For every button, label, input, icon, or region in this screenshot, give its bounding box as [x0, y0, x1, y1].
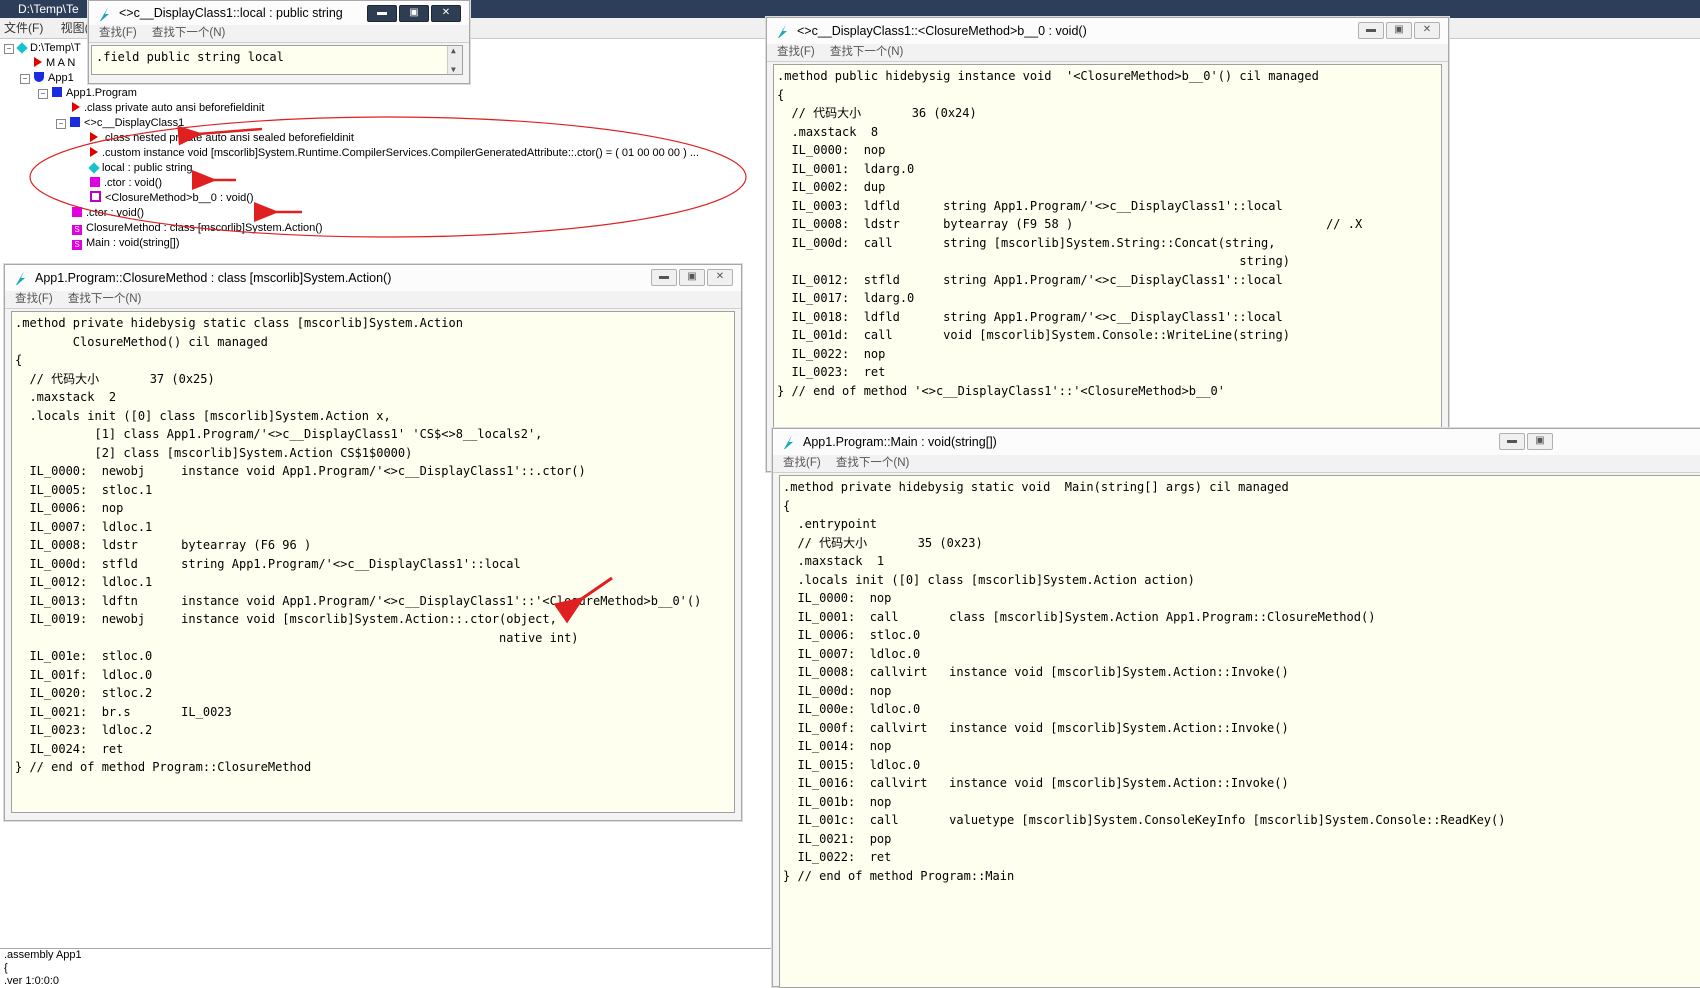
tree-node-program[interactable]: App1.Program [52, 86, 137, 100]
main-method-menu: 查找(F) 查找下一个(N) [773, 455, 1700, 473]
assembly-info-panel: .assembly App1 { .ver 1:0:0:0 [0, 948, 835, 987]
minimize-button[interactable]: ▬ [367, 5, 397, 22]
field-code-view[interactable]: .field public string local ▲ ▼ [91, 45, 463, 75]
main-method-controls: ▬ ▣ [1499, 433, 1553, 450]
closure-b0-code-view[interactable]: .method public hidebysig instance void '… [773, 64, 1442, 466]
field-window-controls: ▬ ▣ ✕ [367, 5, 461, 22]
maximize-button[interactable]: ▣ [1527, 433, 1553, 450]
minimize-button[interactable]: ▬ [1358, 22, 1384, 39]
closure-method-code-view[interactable]: .method private hidebysig static class [… [11, 311, 735, 813]
menu-find-next[interactable]: 查找下一个(N) [830, 46, 903, 58]
ildasm-logo-icon [16, 271, 25, 285]
field-window-title: <>c__DisplayClass1::local : public strin… [119, 6, 343, 20]
class-icon [52, 87, 62, 97]
close-button[interactable]: ✕ [431, 5, 461, 22]
declaration-icon [90, 132, 98, 142]
tree-node-closure-method[interactable]: S ClosureMethod : class [mscorlib]System.… [72, 221, 323, 235]
menu-find-next[interactable]: 查找下一个(N) [836, 457, 909, 469]
closure-b0-window: <>c__DisplayClass1::<ClosureMethod>b__0 … [766, 17, 1449, 472]
assembly-info-line: { [4, 962, 8, 974]
declaration-icon [90, 147, 98, 157]
method-icon [90, 177, 100, 187]
ildasm-logo-icon [100, 7, 109, 21]
class-icon [70, 117, 80, 127]
field-window: <>c__DisplayClass1::local : public strin… [88, 0, 470, 84]
method-icon [90, 191, 101, 202]
ildasm-logo-icon [778, 24, 787, 38]
menu-find-next[interactable]: 查找下一个(N) [68, 293, 141, 305]
tree-node-module[interactable]: App1 [34, 71, 74, 85]
manifest-icon [34, 57, 42, 67]
closure-method-titlebar[interactable]: App1.Program::ClosureMethod : class [msc… [5, 265, 741, 291]
maximize-button[interactable]: ▣ [399, 5, 429, 22]
closure-b0-title: <>c__DisplayClass1::<ClosureMethod>b__0 … [797, 24, 1087, 38]
tree-node-nested-decl[interactable]: .class nested private auto ansi sealed b… [90, 131, 354, 145]
closure-b0-controls: ▬ ▣ ✕ [1358, 22, 1440, 39]
tree-node-custom-attr[interactable]: .custom instance void [mscorlib]System.R… [90, 146, 699, 160]
assembly-icon [16, 42, 28, 54]
tree-node-program-ctor[interactable]: .ctor : void() [72, 206, 144, 220]
tree-node-manifest[interactable]: M A N [34, 56, 75, 70]
main-method-window: App1.Program::Main : void(string[]) ▬ ▣ … [772, 428, 1700, 988]
tree-node-class-decl[interactable]: .class private auto ansi beforefieldinit [72, 101, 264, 115]
minimize-button[interactable]: ▬ [1499, 433, 1525, 450]
tree-node-root[interactable]: D:\Temp\T [16, 41, 81, 55]
static-method-icon: S [72, 225, 82, 235]
field-icon [88, 162, 100, 174]
declaration-icon [72, 102, 80, 112]
assembly-info-line: .ver 1:0:0:0 [4, 975, 60, 987]
tree-node-closure-b0[interactable]: <ClosureMethod>b__0 : void() [90, 191, 254, 205]
collapse-toggle-display-class[interactable]: − [56, 119, 66, 129]
minimize-button[interactable]: ▬ [651, 269, 677, 286]
il-code: .method private hidebysig static class [… [15, 316, 702, 774]
il-code: .method private hidebysig static void Ma… [783, 480, 1506, 883]
collapse-toggle-module[interactable]: − [20, 74, 30, 84]
assembly-info-line: .assembly App1 [4, 949, 82, 961]
ildasm-logo-icon [784, 435, 793, 449]
method-icon [72, 207, 82, 217]
menu-find[interactable]: 查找(F) [777, 46, 815, 58]
maximize-button[interactable]: ▣ [1386, 22, 1412, 39]
field-window-titlebar[interactable]: <>c__DisplayClass1::local : public strin… [89, 1, 469, 25]
field-window-menu: 查找(F) 查找下一个(N) [89, 25, 469, 43]
tree-node-dc-ctor[interactable]: .ctor : void() [90, 176, 162, 190]
main-window-title: D:\Temp\Te [18, 2, 79, 16]
menu-file[interactable]: 文件(F) [4, 21, 43, 35]
closure-b0-menu: 查找(F) 查找下一个(N) [767, 44, 1448, 62]
main-method-title: App1.Program::Main : void(string[]) [803, 435, 997, 449]
close-button[interactable]: ✕ [707, 269, 733, 286]
closure-method-title: App1.Program::ClosureMethod : class [msc… [35, 271, 392, 285]
closure-method-window: App1.Program::ClosureMethod : class [msc… [4, 264, 742, 821]
closure-method-controls: ▬ ▣ ✕ [651, 269, 733, 286]
menu-find[interactable]: 查找(F) [15, 293, 53, 305]
static-method-icon: S [72, 240, 82, 250]
closure-method-menu: 查找(F) 查找下一个(N) [5, 291, 741, 309]
tree-node-display-class[interactable]: <>c__DisplayClass1 [70, 116, 184, 130]
menu-find-next[interactable]: 查找下一个(N) [152, 27, 225, 39]
vertical-scrollbar[interactable]: ▲ ▼ [447, 46, 462, 74]
field-declaration-text: .field public string local [96, 50, 284, 64]
maximize-button[interactable]: ▣ [679, 269, 705, 286]
collapse-toggle-root[interactable]: − [4, 44, 14, 54]
il-code: .method public hidebysig instance void '… [777, 69, 1363, 398]
main-method-code-view[interactable]: .method private hidebysig static void Ma… [779, 475, 1700, 988]
menu-find[interactable]: 查找(F) [783, 457, 821, 469]
tree-node-main[interactable]: S Main : void(string[]) [72, 236, 180, 250]
namespace-icon [34, 72, 44, 82]
collapse-toggle-program[interactable]: − [38, 89, 48, 99]
menu-find[interactable]: 查找(F) [99, 27, 137, 39]
main-method-titlebar[interactable]: App1.Program::Main : void(string[]) ▬ ▣ [773, 429, 1700, 455]
closure-b0-titlebar[interactable]: <>c__DisplayClass1::<ClosureMethod>b__0 … [767, 18, 1448, 44]
tree-node-field-local[interactable]: local : public string [88, 161, 193, 175]
close-button[interactable]: ✕ [1414, 22, 1440, 39]
